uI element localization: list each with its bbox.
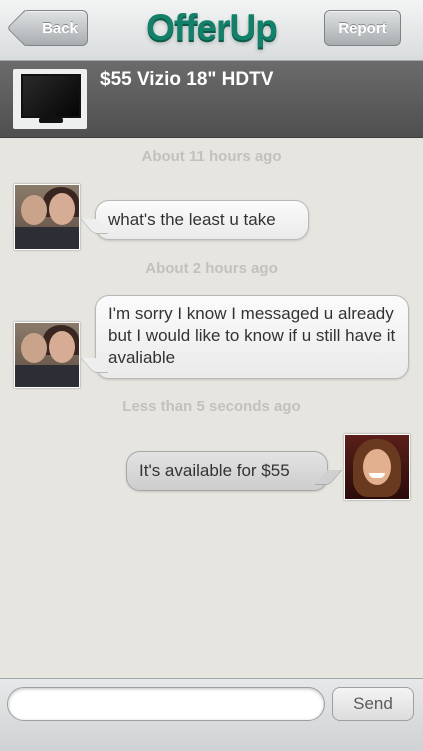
avatar-face-2 bbox=[49, 193, 75, 225]
chat-thread[interactable]: About 11 hours ago what's the least u ta… bbox=[0, 138, 423, 678]
avatar-face bbox=[363, 449, 391, 485]
sender-avatar[interactable] bbox=[14, 322, 80, 388]
send-button[interactable]: Send bbox=[332, 687, 414, 721]
incoming-message-bubble: what's the least u take bbox=[95, 200, 309, 240]
avatar-face-1 bbox=[21, 333, 47, 363]
tv-icon bbox=[21, 74, 81, 118]
report-button[interactable]: Report bbox=[324, 10, 401, 46]
item-title: $55 Vizio 18" HDTV bbox=[100, 69, 274, 90]
incoming-message-bubble: I'm sorry I know I messaged u already bu… bbox=[95, 295, 409, 379]
item-thumbnail[interactable] bbox=[13, 69, 87, 129]
outgoing-message-bubble: It's available for $55 bbox=[126, 451, 328, 491]
nav-bar: Back OfferUp Report bbox=[0, 0, 423, 61]
avatar-face-1 bbox=[21, 195, 47, 225]
message-composer: Send bbox=[0, 678, 423, 751]
avatar-body bbox=[15, 227, 79, 249]
message-timestamp: Less than 5 seconds ago bbox=[122, 398, 301, 415]
message-input[interactable] bbox=[7, 687, 325, 721]
item-header[interactable]: $55 Vizio 18" HDTV bbox=[0, 61, 423, 138]
message-timestamp: About 11 hours ago bbox=[141, 148, 282, 165]
avatar-body bbox=[15, 365, 79, 387]
user-avatar[interactable] bbox=[344, 434, 410, 500]
message-timestamp: About 2 hours ago bbox=[145, 260, 278, 277]
avatar-smile bbox=[369, 473, 385, 478]
avatar-face-2 bbox=[49, 331, 75, 363]
tv-stand-icon bbox=[39, 116, 63, 123]
sender-avatar[interactable] bbox=[14, 184, 80, 250]
